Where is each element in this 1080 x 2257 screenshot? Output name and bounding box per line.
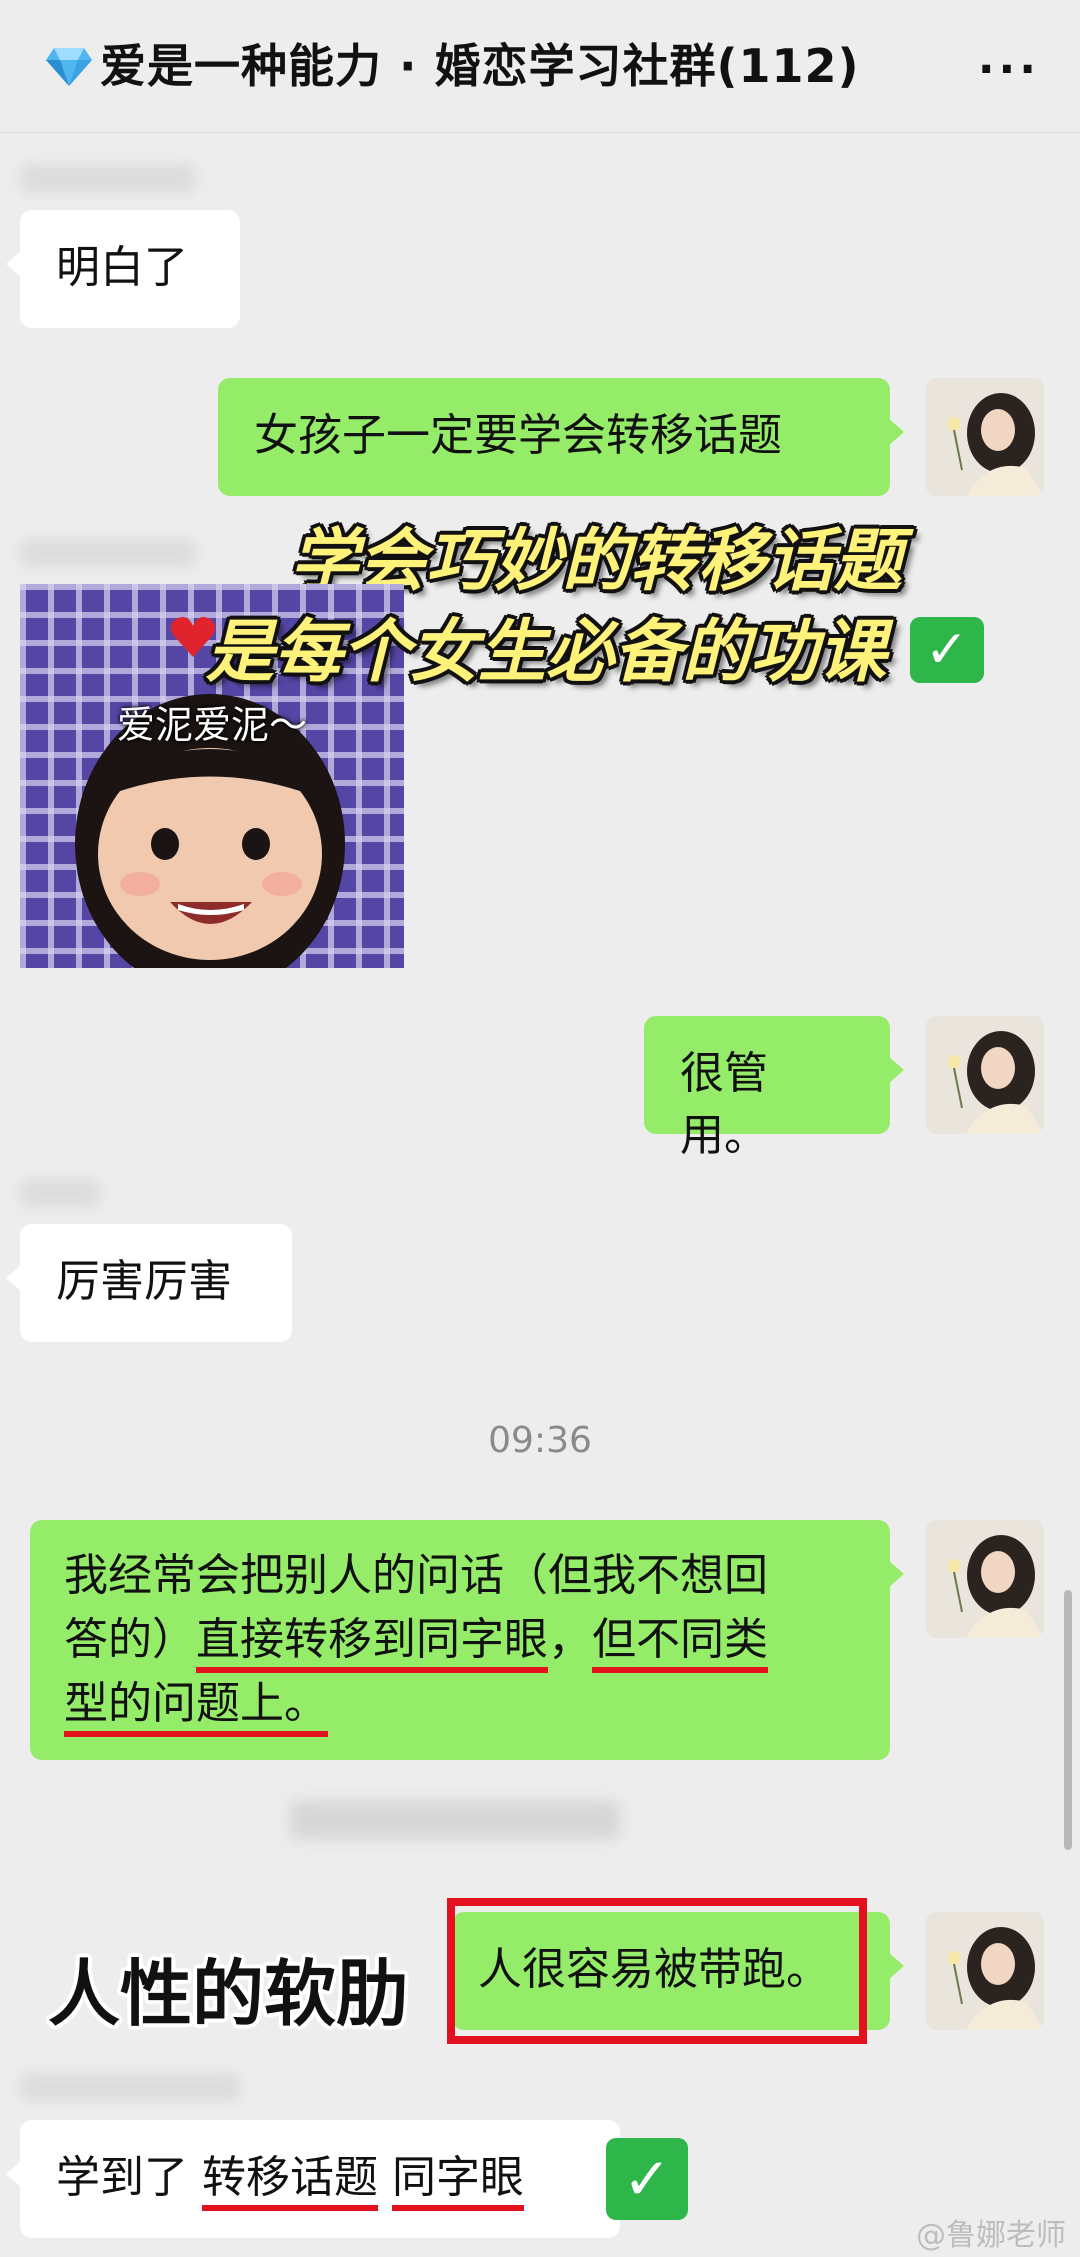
underlined-phrase: 但不同类	[592, 1614, 768, 1673]
message-text-part: 学到了	[56, 2152, 202, 2203]
message-bubble[interactable]: 厉害厉害	[6, 1224, 292, 1342]
sender-name-blurred	[20, 538, 196, 568]
message-bubble-self[interactable]: 女孩子一定要学会转移话题	[218, 378, 904, 496]
overlay-caption-line2-text: 是每个女生必备的功课	[206, 613, 887, 692]
scrollbar[interactable]	[1064, 1590, 1072, 1850]
avatar-image	[926, 1912, 1044, 2030]
message-text: 女孩子一定要学会转移话题	[254, 410, 782, 461]
message-bubble-self[interactable]: 我经常会把别人的问话（但我不想回 答的）直接转移到同字眼，但不同类 型的问题上。	[30, 1520, 904, 1760]
message-bubble[interactable]: 学到了 转移话题 同字眼	[6, 2120, 620, 2238]
message-text-part	[378, 2152, 392, 2203]
check-mark-icon: ✓	[909, 617, 984, 683]
underlined-phrase: 转移话题	[202, 2152, 378, 2211]
more-options-button[interactable]: ···	[978, 44, 1040, 95]
chat-timestamp: 09:36	[488, 1420, 592, 1461]
blue-diamond-icon	[46, 48, 92, 86]
check-mark-icon: ✓	[606, 2138, 688, 2220]
highlight-box	[447, 1898, 867, 2044]
underlined-phrase: 直接转移到同字眼	[196, 1614, 548, 1673]
message-text: 明白了	[56, 242, 188, 293]
message-text: 厉害厉害	[56, 1256, 232, 1307]
chat-title: 爱是一种能力 · 婚恋学习社群(112)	[44, 30, 860, 96]
avatar[interactable]	[926, 378, 1044, 496]
system-notice-blurred	[290, 1800, 620, 1840]
overlay-caption-line2: 是每个女生必备的功课 ✓	[206, 596, 984, 695]
avatar-image	[926, 378, 1044, 496]
sender-name-blurred	[20, 164, 196, 194]
avatar[interactable]	[926, 1520, 1044, 1638]
underlined-phrase: 同字眼	[392, 2152, 524, 2211]
underlined-phrase: 型的问题上。	[64, 1678, 328, 1737]
message-text: 很管用。	[680, 1048, 768, 1161]
watermark: @鲁娜老师	[916, 2218, 1066, 2253]
sender-name-blurred	[20, 1178, 100, 1208]
avatar[interactable]	[926, 1912, 1044, 2030]
message-text-part: 我经常会把别人的问话（但我不想回	[64, 1550, 768, 1601]
sticker-caption: 爱泥爱泥～	[116, 703, 307, 747]
avatar[interactable]	[926, 1016, 1044, 1134]
sender-name-blurred	[20, 2072, 240, 2102]
chat-title-text: 爱是一种能力 · 婚恋学习社群(112)	[100, 39, 860, 93]
message-bubble-self[interactable]: 很管用。	[644, 1016, 904, 1161]
avatar-image	[926, 1016, 1044, 1134]
message-text-part: 答的）	[64, 1614, 196, 1665]
message-bubble[interactable]: 明白了	[6, 210, 240, 328]
avatar-image	[926, 1520, 1044, 1638]
chat-header: 爱是一种能力 · 婚恋学习社群(112) ···	[0, 0, 1080, 133]
message-text-part: ，	[548, 1614, 592, 1665]
overlay-caption-side: 人性的软肋	[48, 1952, 409, 2036]
